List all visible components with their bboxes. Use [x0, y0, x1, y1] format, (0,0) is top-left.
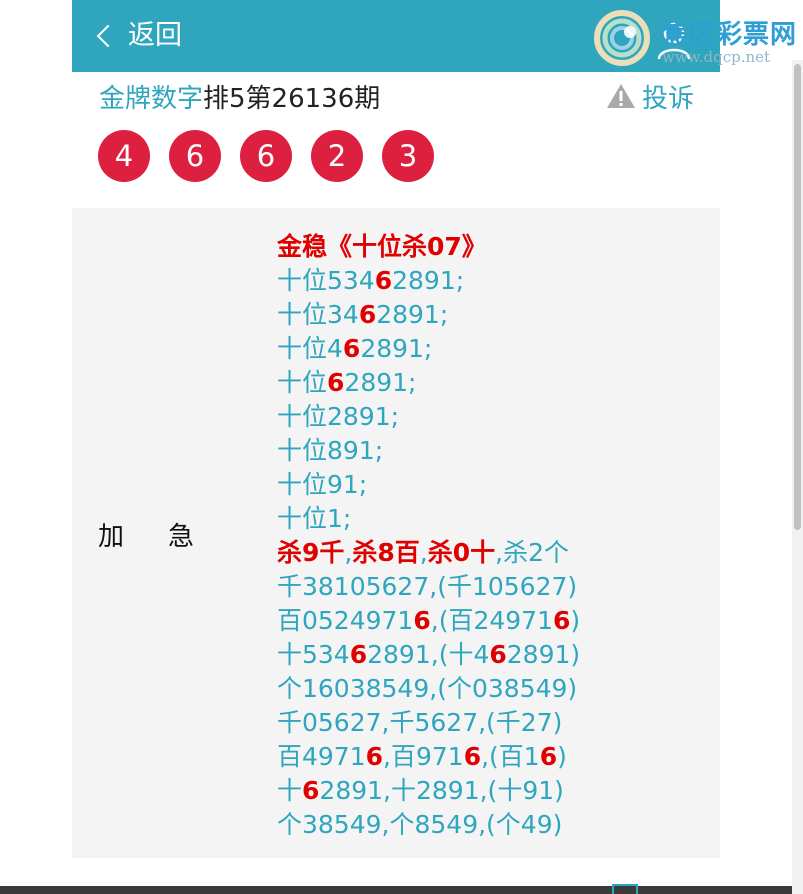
prediction-line: 千05627,千5627,(千27): [277, 706, 580, 740]
line-text: ,杀2个: [495, 538, 569, 567]
line-text: ): [570, 606, 581, 635]
prediction-panel: 加急 金稳《十位杀07》 十位53462891; 十位3462891; 十位46289…: [72, 208, 720, 858]
prediction-line: 十位1;: [277, 502, 580, 536]
page-title: 金牌数字 排5第26136期: [99, 78, 380, 114]
highlight-text: 杀0十: [427, 538, 496, 567]
prediction-line: 十位91;: [277, 468, 580, 502]
back-label: 返回: [128, 20, 182, 51]
line-text: ,: [419, 538, 428, 567]
complain-label: 投诉: [642, 83, 695, 114]
line-text: ,(百24971: [430, 606, 553, 635]
line-text: 2891;: [376, 300, 449, 329]
line-text: 2891,十2891,(十91): [319, 776, 564, 805]
line-text: 2891;: [392, 266, 465, 295]
line-text: 2891): [506, 640, 581, 669]
number-ball: 4: [98, 130, 150, 182]
prediction-line: 十位2891;: [277, 400, 580, 434]
highlight-text: 6: [413, 606, 431, 635]
line-text: ,百971: [383, 742, 464, 771]
prediction-line: 百05249716,(百249716): [277, 604, 580, 638]
highlight-text: 6: [374, 266, 393, 295]
highlight-text: 杀9千: [277, 538, 345, 567]
prediction-line: 十53462891,(十462891): [277, 638, 580, 672]
highlight-text: 杀8百: [352, 538, 420, 567]
warning-icon: [607, 84, 635, 108]
highlight-text: 6: [302, 776, 320, 805]
number-ball: 6: [169, 130, 221, 182]
prediction-line: 十位62891;: [277, 366, 580, 400]
site-logo-icon: [594, 10, 650, 66]
highlight-text: 6: [327, 368, 345, 397]
line-text: 十位91;: [277, 470, 368, 499]
number-ball: 3: [382, 130, 434, 182]
line-text: 百4971: [277, 742, 366, 771]
line-text: 十位2891;: [277, 402, 400, 431]
prediction-line: 十位891;: [277, 434, 580, 468]
highlight-text: 6: [489, 640, 507, 669]
watermark-url: www.dqcp.net: [662, 48, 771, 66]
highlight-text: 6: [349, 640, 368, 669]
highlight-text: 6: [539, 742, 558, 771]
scrollbar[interactable]: [792, 60, 803, 894]
scrollbar-thumb[interactable]: [794, 64, 801, 530]
line-text: 2891,(十4: [367, 640, 490, 669]
issue-title: 排5第26136期: [203, 83, 381, 114]
line-text: 千05627,千5627,(千27): [277, 708, 563, 737]
panel-label: 加急: [98, 522, 239, 552]
number-ball: 6: [240, 130, 292, 182]
prediction-line: 十位462891;: [277, 332, 580, 366]
line-text: 千38105627,(千105627): [277, 572, 578, 601]
highlight-text: 6: [365, 742, 384, 771]
line-text: 十位1;: [277, 504, 352, 533]
bottom-bar: [0, 886, 792, 894]
prediction-line: 十位3462891;: [277, 298, 580, 332]
line-text: 2891;: [344, 368, 417, 397]
line-text: 十位4: [277, 334, 343, 363]
complain-button[interactable]: 投诉: [606, 78, 694, 114]
line-text: ,(百1: [481, 742, 540, 771]
line-text: 百0524971: [277, 606, 414, 635]
chevron-left-icon: [96, 24, 120, 48]
back-button[interactable]: 返回: [96, 18, 182, 54]
highlight-text: 6: [552, 606, 571, 635]
prediction-line: 金稳《十位杀07》: [277, 230, 580, 264]
line-text: 十534: [277, 640, 350, 669]
line-text: 十位34: [277, 300, 359, 329]
category-link[interactable]: 金牌数字: [99, 78, 203, 115]
line-text: 个16038549,(个038549): [277, 674, 578, 703]
highlight-text: 6: [463, 742, 482, 771]
line-text: ): [557, 742, 567, 771]
edit-icon[interactable]: [612, 884, 638, 894]
prediction-line: 十62891,十2891,(十91): [277, 774, 580, 808]
line-text: 个38549,个8549,(个49): [277, 810, 563, 839]
line-text: 2891;: [360, 334, 433, 363]
prediction-line: 百49716,百9716,(百16): [277, 740, 580, 774]
prediction-line: 杀9千,杀8百,杀0十,杀2个: [277, 536, 580, 570]
watermark-title: 焦区彩票网: [662, 20, 798, 50]
prediction-line: 千38105627,(千105627): [277, 570, 580, 604]
highlight-text: 6: [358, 300, 377, 329]
prediction-line: 十位53462891;: [277, 264, 580, 298]
draw-numbers: 4 6 6 2 3: [98, 130, 453, 182]
prediction-line: 个38549,个8549,(个49): [277, 808, 580, 842]
site-watermark: 焦区彩票网 www.dqcp.net: [590, 6, 803, 70]
line-text: 十位891;: [277, 436, 384, 465]
line-text: 十位534: [277, 266, 375, 295]
line-text: 十位: [277, 368, 328, 397]
highlight-text: 6: [342, 334, 361, 363]
line-text: 十: [277, 776, 303, 805]
highlight-text: 金稳《十位杀07》: [277, 232, 487, 261]
prediction-lines: 金稳《十位杀07》 十位53462891; 十位3462891; 十位462891; 十…: [277, 230, 580, 842]
prediction-line: 个16038549,(个038549): [277, 672, 580, 706]
number-ball: 2: [311, 130, 363, 182]
